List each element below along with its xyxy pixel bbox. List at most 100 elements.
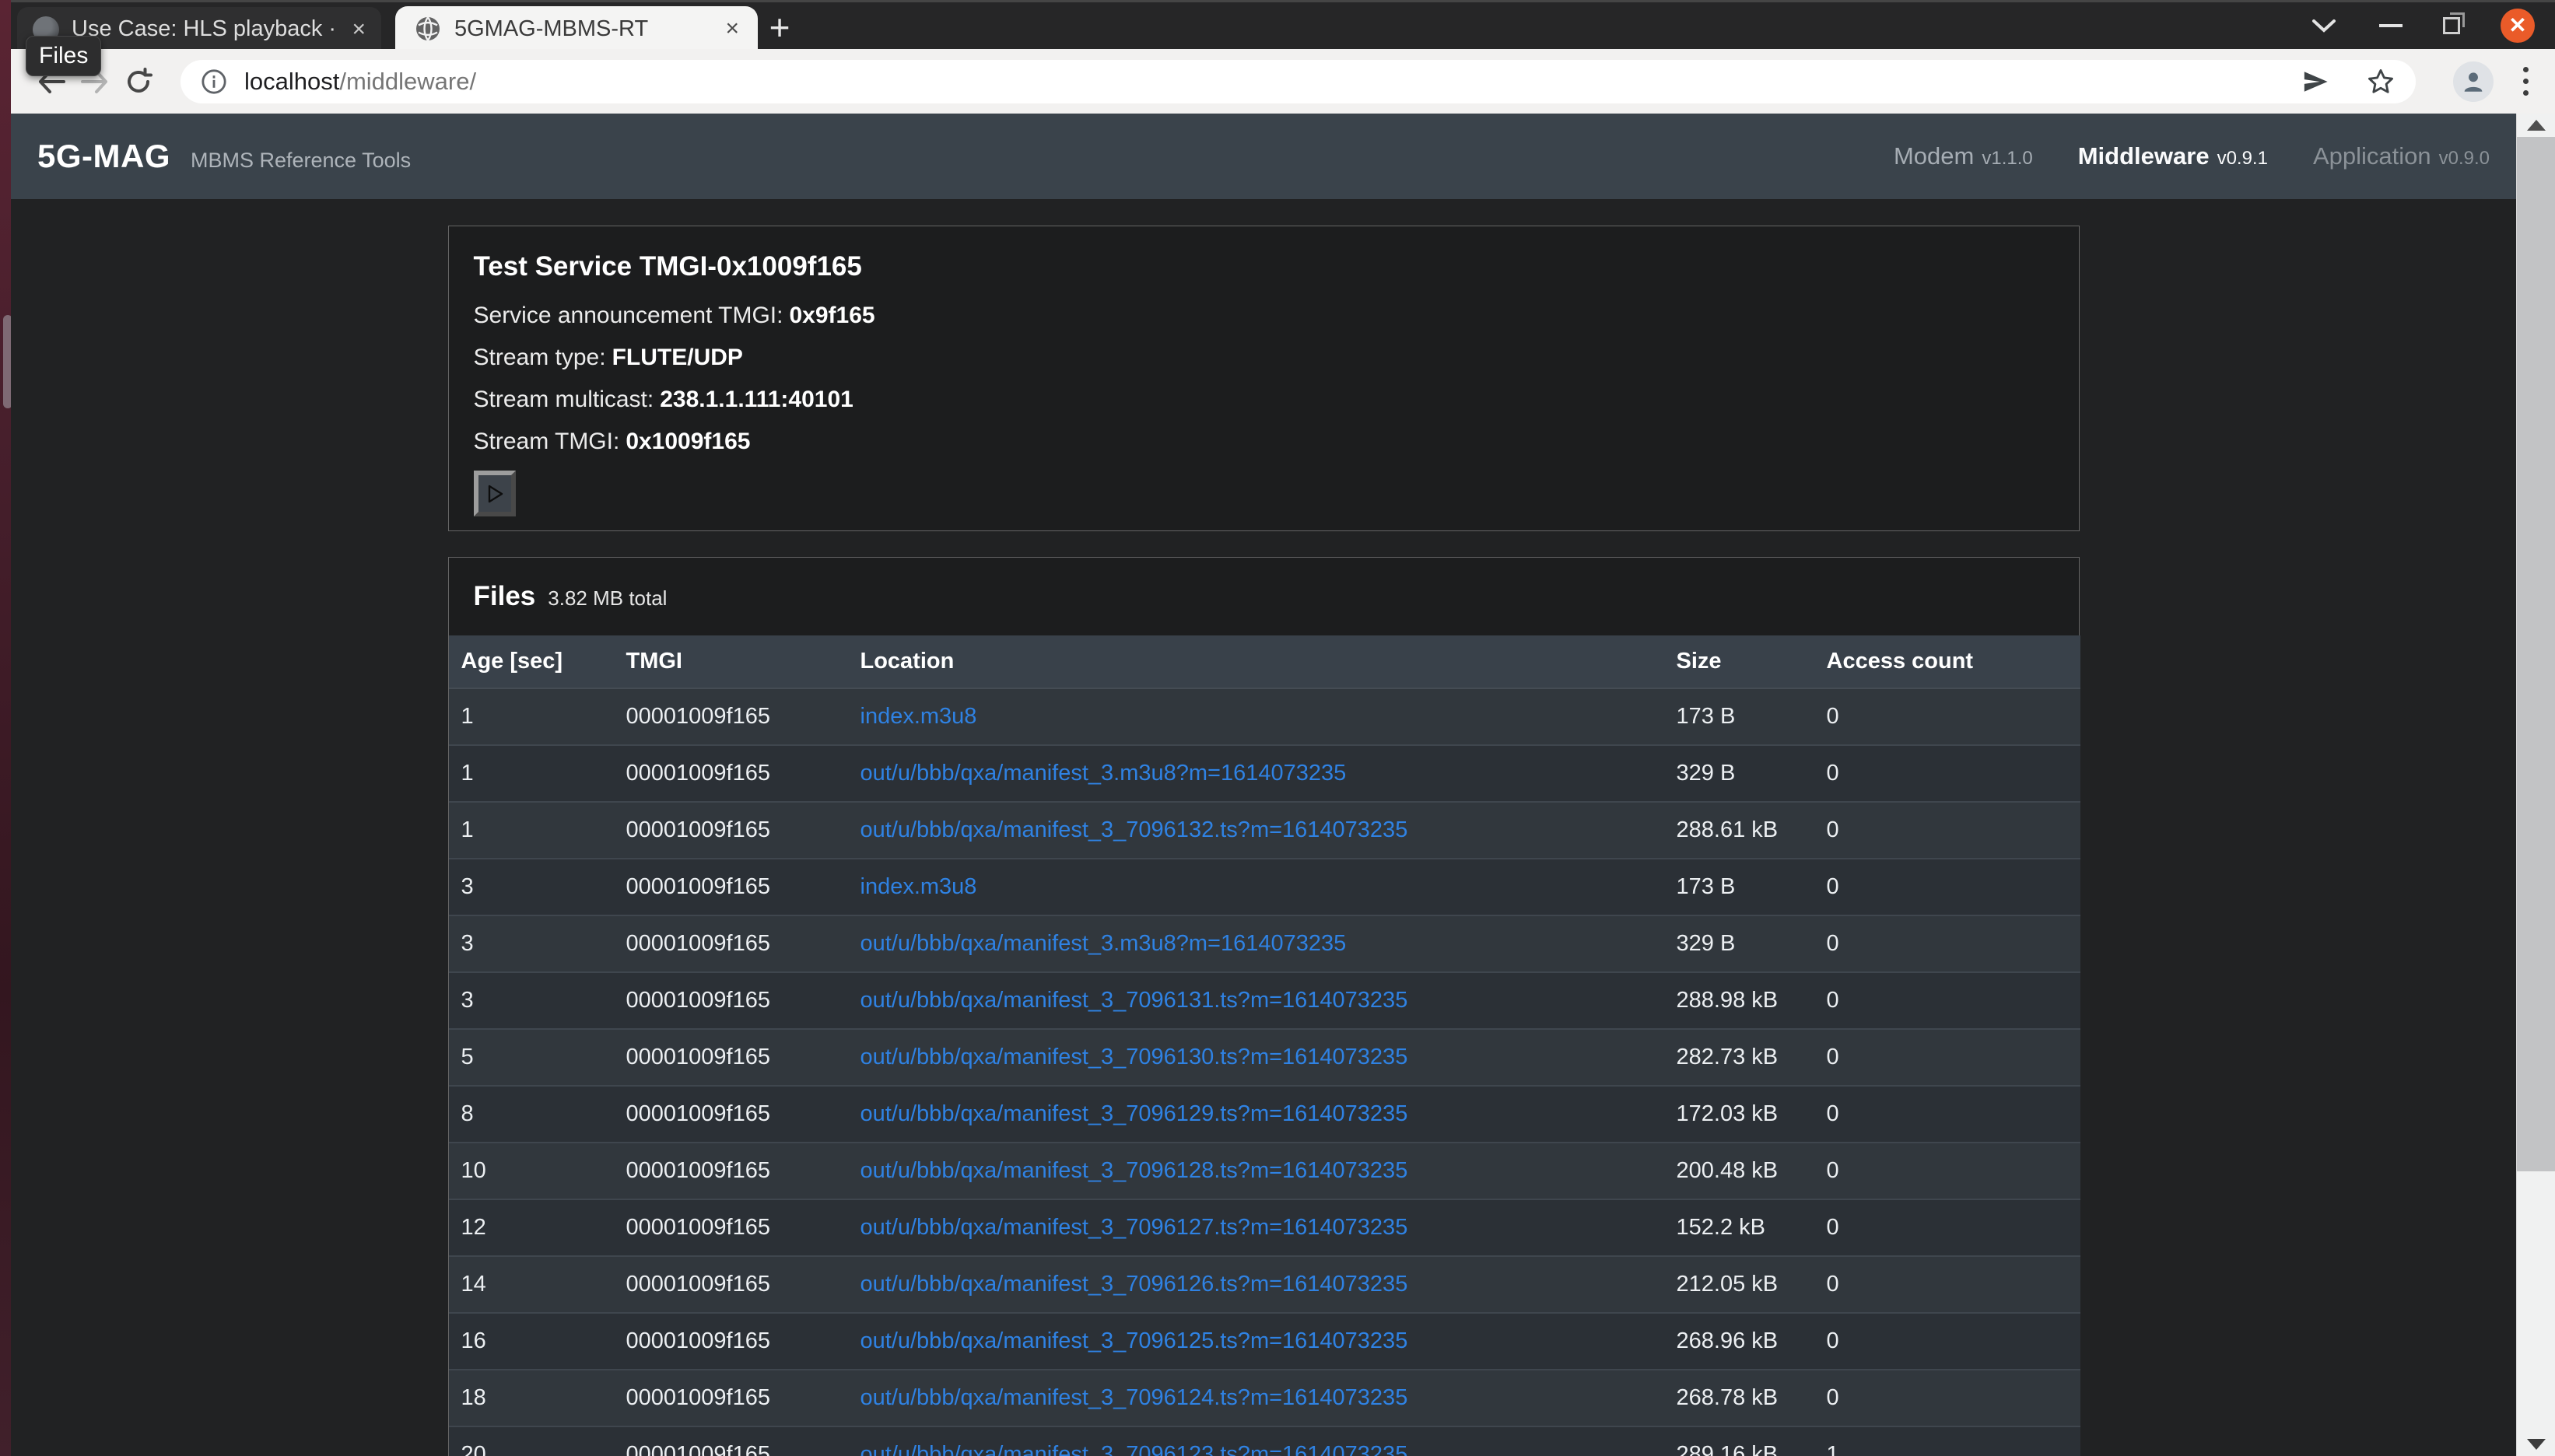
age-cell: 3 <box>449 972 614 1029</box>
age-cell: 20 <box>449 1426 614 1456</box>
age-cell: 3 <box>449 915 614 972</box>
file-link[interactable]: out/u/bbb/qxa/manifest_3.m3u8?m=16140732… <box>860 761 1347 786</box>
file-link[interactable]: out/u/bbb/qxa/manifest_3_7096123.ts?m=16… <box>860 1442 1408 1456</box>
test-service-card: Test Service TMGI-0x1009f165 Service ann… <box>448 226 2080 531</box>
location-cell: out/u/bbb/qxa/manifest_3_7096131.ts?m=16… <box>848 972 1664 1029</box>
files-card: Files 3.82 MB total Age [sec]TMGILocatio… <box>448 557 2080 1456</box>
access-count-cell: 0 <box>1814 1199 2080 1256</box>
scrollbar-thumb[interactable] <box>2517 137 2555 1171</box>
tmgi-cell: 00001009f165 <box>614 915 848 972</box>
tmgi-cell: 00001009f165 <box>614 1029 848 1086</box>
access-count-cell: 0 <box>1814 1256 2080 1313</box>
send-to-device-icon[interactable] <box>2301 68 2330 95</box>
tab-label: 5GMAG-MBMS-RT <box>454 16 716 42</box>
window-close-button[interactable]: ✕ <box>2501 9 2535 43</box>
scrollbar-up-arrow[interactable] <box>2517 114 2555 137</box>
play-stream-button[interactable] <box>474 471 516 516</box>
brand-title: 5G-MAG <box>37 138 170 175</box>
profile-avatar[interactable] <box>2453 61 2494 102</box>
size-cell: 288.61 kB <box>1664 802 1814 859</box>
browser-window: Use Case: HLS playback · 5 × 5GMAG-MBMS-… <box>11 0 2555 1456</box>
location-cell: out/u/bbb/qxa/manifest_3_7096128.ts?m=16… <box>848 1143 1664 1199</box>
files-tooltip: Files <box>26 36 101 76</box>
file-link[interactable]: out/u/bbb/qxa/manifest_3.m3u8?m=16140732… <box>860 931 1347 956</box>
maximize-restore-button[interactable] <box>2443 17 2460 34</box>
file-link[interactable]: out/u/bbb/qxa/manifest_3_7096132.ts?m=16… <box>860 817 1408 842</box>
service-field: Stream multicast:238.1.1.111:40101 <box>474 387 2054 413</box>
file-link[interactable]: out/u/bbb/qxa/manifest_3_7096126.ts?m=16… <box>860 1272 1408 1297</box>
location-cell: out/u/bbb/qxa/manifest_3_7096127.ts?m=16… <box>848 1199 1664 1256</box>
close-icon: ✕ <box>2508 15 2526 37</box>
tmgi-cell: 00001009f165 <box>614 1370 848 1426</box>
age-cell: 14 <box>449 1256 614 1313</box>
files-table-header-row: Age [sec]TMGILocationSizeAccess count <box>449 635 2080 688</box>
scrollbar-down-arrow[interactable] <box>2517 1433 2555 1456</box>
location-cell: out/u/bbb/qxa/manifest_3_7096125.ts?m=16… <box>848 1313 1664 1370</box>
service-field-value: FLUTE/UDP <box>612 345 743 370</box>
size-cell: 152.2 kB <box>1664 1199 1814 1256</box>
file-link[interactable]: index.m3u8 <box>860 704 977 729</box>
tmgi-cell: 00001009f165 <box>614 1313 848 1370</box>
tmgi-cell: 00001009f165 <box>614 1199 848 1256</box>
table-row: 300001009f165out/u/bbb/qxa/manifest_3_70… <box>449 972 2080 1029</box>
column-header: Access count <box>1814 635 2080 688</box>
age-cell: 8 <box>449 1086 614 1143</box>
table-row: 1000001009f165out/u/bbb/qxa/manifest_3_7… <box>449 1143 2080 1199</box>
page-scrollbar[interactable] <box>2516 114 2555 1456</box>
tmgi-cell: 00001009f165 <box>614 1086 848 1143</box>
site-navbar: 5G-MAG MBMS Reference Tools Modemv1.1.0 … <box>11 114 2516 199</box>
size-cell: 172.03 kB <box>1664 1086 1814 1143</box>
minimize-button[interactable] <box>2379 24 2403 27</box>
access-count-cell: 0 <box>1814 859 2080 915</box>
age-cell: 12 <box>449 1199 614 1256</box>
service-field-value: 0x1009f165 <box>626 429 750 454</box>
file-link[interactable]: out/u/bbb/qxa/manifest_3_7096131.ts?m=16… <box>860 988 1408 1013</box>
size-cell: 329 B <box>1664 745 1814 802</box>
browser-menu-button[interactable] <box>2515 67 2536 96</box>
location-cell: out/u/bbb/qxa/manifest_3.m3u8?m=16140732… <box>848 745 1664 802</box>
column-header: TMGI <box>614 635 848 688</box>
address-bar[interactable]: localhost/middleware/ <box>180 60 2416 103</box>
tab-search-chevron-icon[interactable] <box>2309 16 2339 35</box>
table-row: 1400001009f165out/u/bbb/qxa/manifest_3_7… <box>449 1256 2080 1313</box>
access-count-cell: 0 <box>1814 688 2080 745</box>
file-link[interactable]: index.m3u8 <box>860 874 977 899</box>
reload-button[interactable] <box>117 67 160 96</box>
site-info-icon[interactable] <box>201 68 227 95</box>
file-link[interactable]: out/u/bbb/qxa/manifest_3_7096129.ts?m=16… <box>860 1101 1408 1126</box>
nav-link-modem[interactable]: Modemv1.1.0 <box>1894 142 2033 170</box>
service-field-value: 0x9f165 <box>789 303 874 328</box>
size-cell: 329 B <box>1664 915 1814 972</box>
files-card-header: Files 3.82 MB total <box>449 558 2079 635</box>
age-cell: 5 <box>449 1029 614 1086</box>
access-count-cell: 0 <box>1814 1143 2080 1199</box>
age-cell: 3 <box>449 859 614 915</box>
file-link[interactable]: out/u/bbb/qxa/manifest_3_7096125.ts?m=16… <box>860 1328 1408 1353</box>
bookmark-star-icon[interactable] <box>2366 67 2396 96</box>
table-row: 1600001009f165 out/u/bbb/qxa/manifest_3_7… <box>449 1313 2080 1370</box>
file-link[interactable]: out/u/bbb/qxa/manifest_3_7096127.ts?m=16… <box>860 1215 1408 1240</box>
tab-close-icon[interactable]: × <box>352 18 366 41</box>
file-link[interactable]: out/u/bbb/qxa/manifest_3_7096124.ts?m=16… <box>860 1385 1408 1410</box>
size-cell: 212.05 kB <box>1664 1256 1814 1313</box>
age-cell: 1 <box>449 745 614 802</box>
service-field: Service announcement TMGI:0x9f165 <box>474 303 2054 329</box>
new-tab-button[interactable]: + <box>758 5 801 49</box>
size-cell: 282.73 kB <box>1664 1029 1814 1086</box>
file-link[interactable]: out/u/bbb/qxa/manifest_3_7096128.ts?m=16… <box>860 1158 1408 1183</box>
file-link[interactable]: out/u/bbb/qxa/manifest_3_7096130.ts?m=16… <box>860 1045 1408 1069</box>
size-cell: 289.16 kB <box>1664 1426 1814 1456</box>
tmgi-cell: 00001009f165 <box>614 688 848 745</box>
nav-link-middleware[interactable]: Middlewarev0.9.1 <box>2078 142 2268 170</box>
triangle-up-icon <box>2527 120 2546 131</box>
table-row: 1200001009f165 out/u/bbb/qxa/manifest_3_7… <box>449 1199 2080 1256</box>
tab-label: Use Case: HLS playback · <box>72 16 336 41</box>
age-cell: 16 <box>449 1313 614 1370</box>
nav-link-application[interactable]: Applicationv0.9.0 <box>2313 142 2490 170</box>
tmgi-cell: 00001009f165 <box>614 859 848 915</box>
access-count-cell: 0 <box>1814 802 2080 859</box>
location-cell: out/u/bbb/qxa/manifest_3_7096123.ts?m=16… <box>848 1426 1664 1456</box>
tab-close-icon[interactable]: × <box>725 17 739 40</box>
location-cell: out/u/bbb/qxa/manifest_3.m3u8?m=16140732… <box>848 915 1664 972</box>
tab-5gmag-mbms-rt[interactable]: 5GMAG-MBMS-RT × <box>395 6 758 51</box>
